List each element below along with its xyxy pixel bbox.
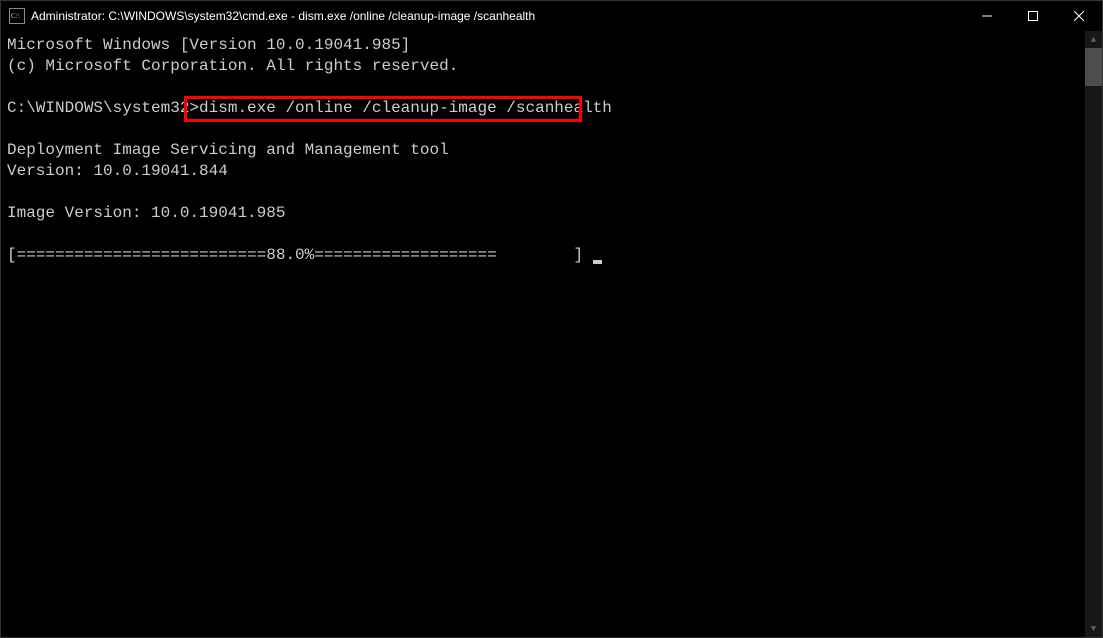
titlebar[interactable]: C:\ Administrator: C:\WINDOWS\system32\c… <box>1 1 1102 31</box>
cursor <box>593 260 602 264</box>
tool-name-line: Deployment Image Servicing and Managemen… <box>7 141 449 159</box>
maximize-button[interactable] <box>1010 1 1056 31</box>
svg-text:C:\: C:\ <box>11 12 20 20</box>
cmd-window: C:\ Administrator: C:\WINDOWS\system32\c… <box>0 0 1103 638</box>
progress-bar: [==========================88.0%========… <box>7 246 593 264</box>
close-button[interactable] <box>1056 1 1102 31</box>
copyright-line: (c) Microsoft Corporation. All rights re… <box>7 57 458 75</box>
image-version-line: Image Version: 10.0.19041.985 <box>7 204 285 222</box>
version-line: Microsoft Windows [Version 10.0.19041.98… <box>7 36 410 54</box>
scrollbar-thumb[interactable] <box>1085 48 1102 86</box>
scroll-down-arrow[interactable]: ▼ <box>1085 620 1102 637</box>
tool-version-line: Version: 10.0.19041.844 <box>7 162 228 180</box>
terminal-body[interactable]: Microsoft Windows [Version 10.0.19041.98… <box>1 31 1102 637</box>
prompt: C:\WINDOWS\system32> <box>7 99 199 117</box>
window-controls <box>964 1 1102 31</box>
scroll-up-arrow[interactable]: ▲ <box>1085 31 1102 48</box>
cmd-icon: C:\ <box>9 8 25 24</box>
terminal-content: Microsoft Windows [Version 10.0.19041.98… <box>1 31 1102 270</box>
minimize-button[interactable] <box>964 1 1010 31</box>
command-text: dism.exe /online /cleanup-image /scanhea… <box>199 99 612 117</box>
scrollbar[interactable]: ▲ ▼ <box>1085 31 1102 637</box>
window-title: Administrator: C:\WINDOWS\system32\cmd.e… <box>31 9 964 23</box>
